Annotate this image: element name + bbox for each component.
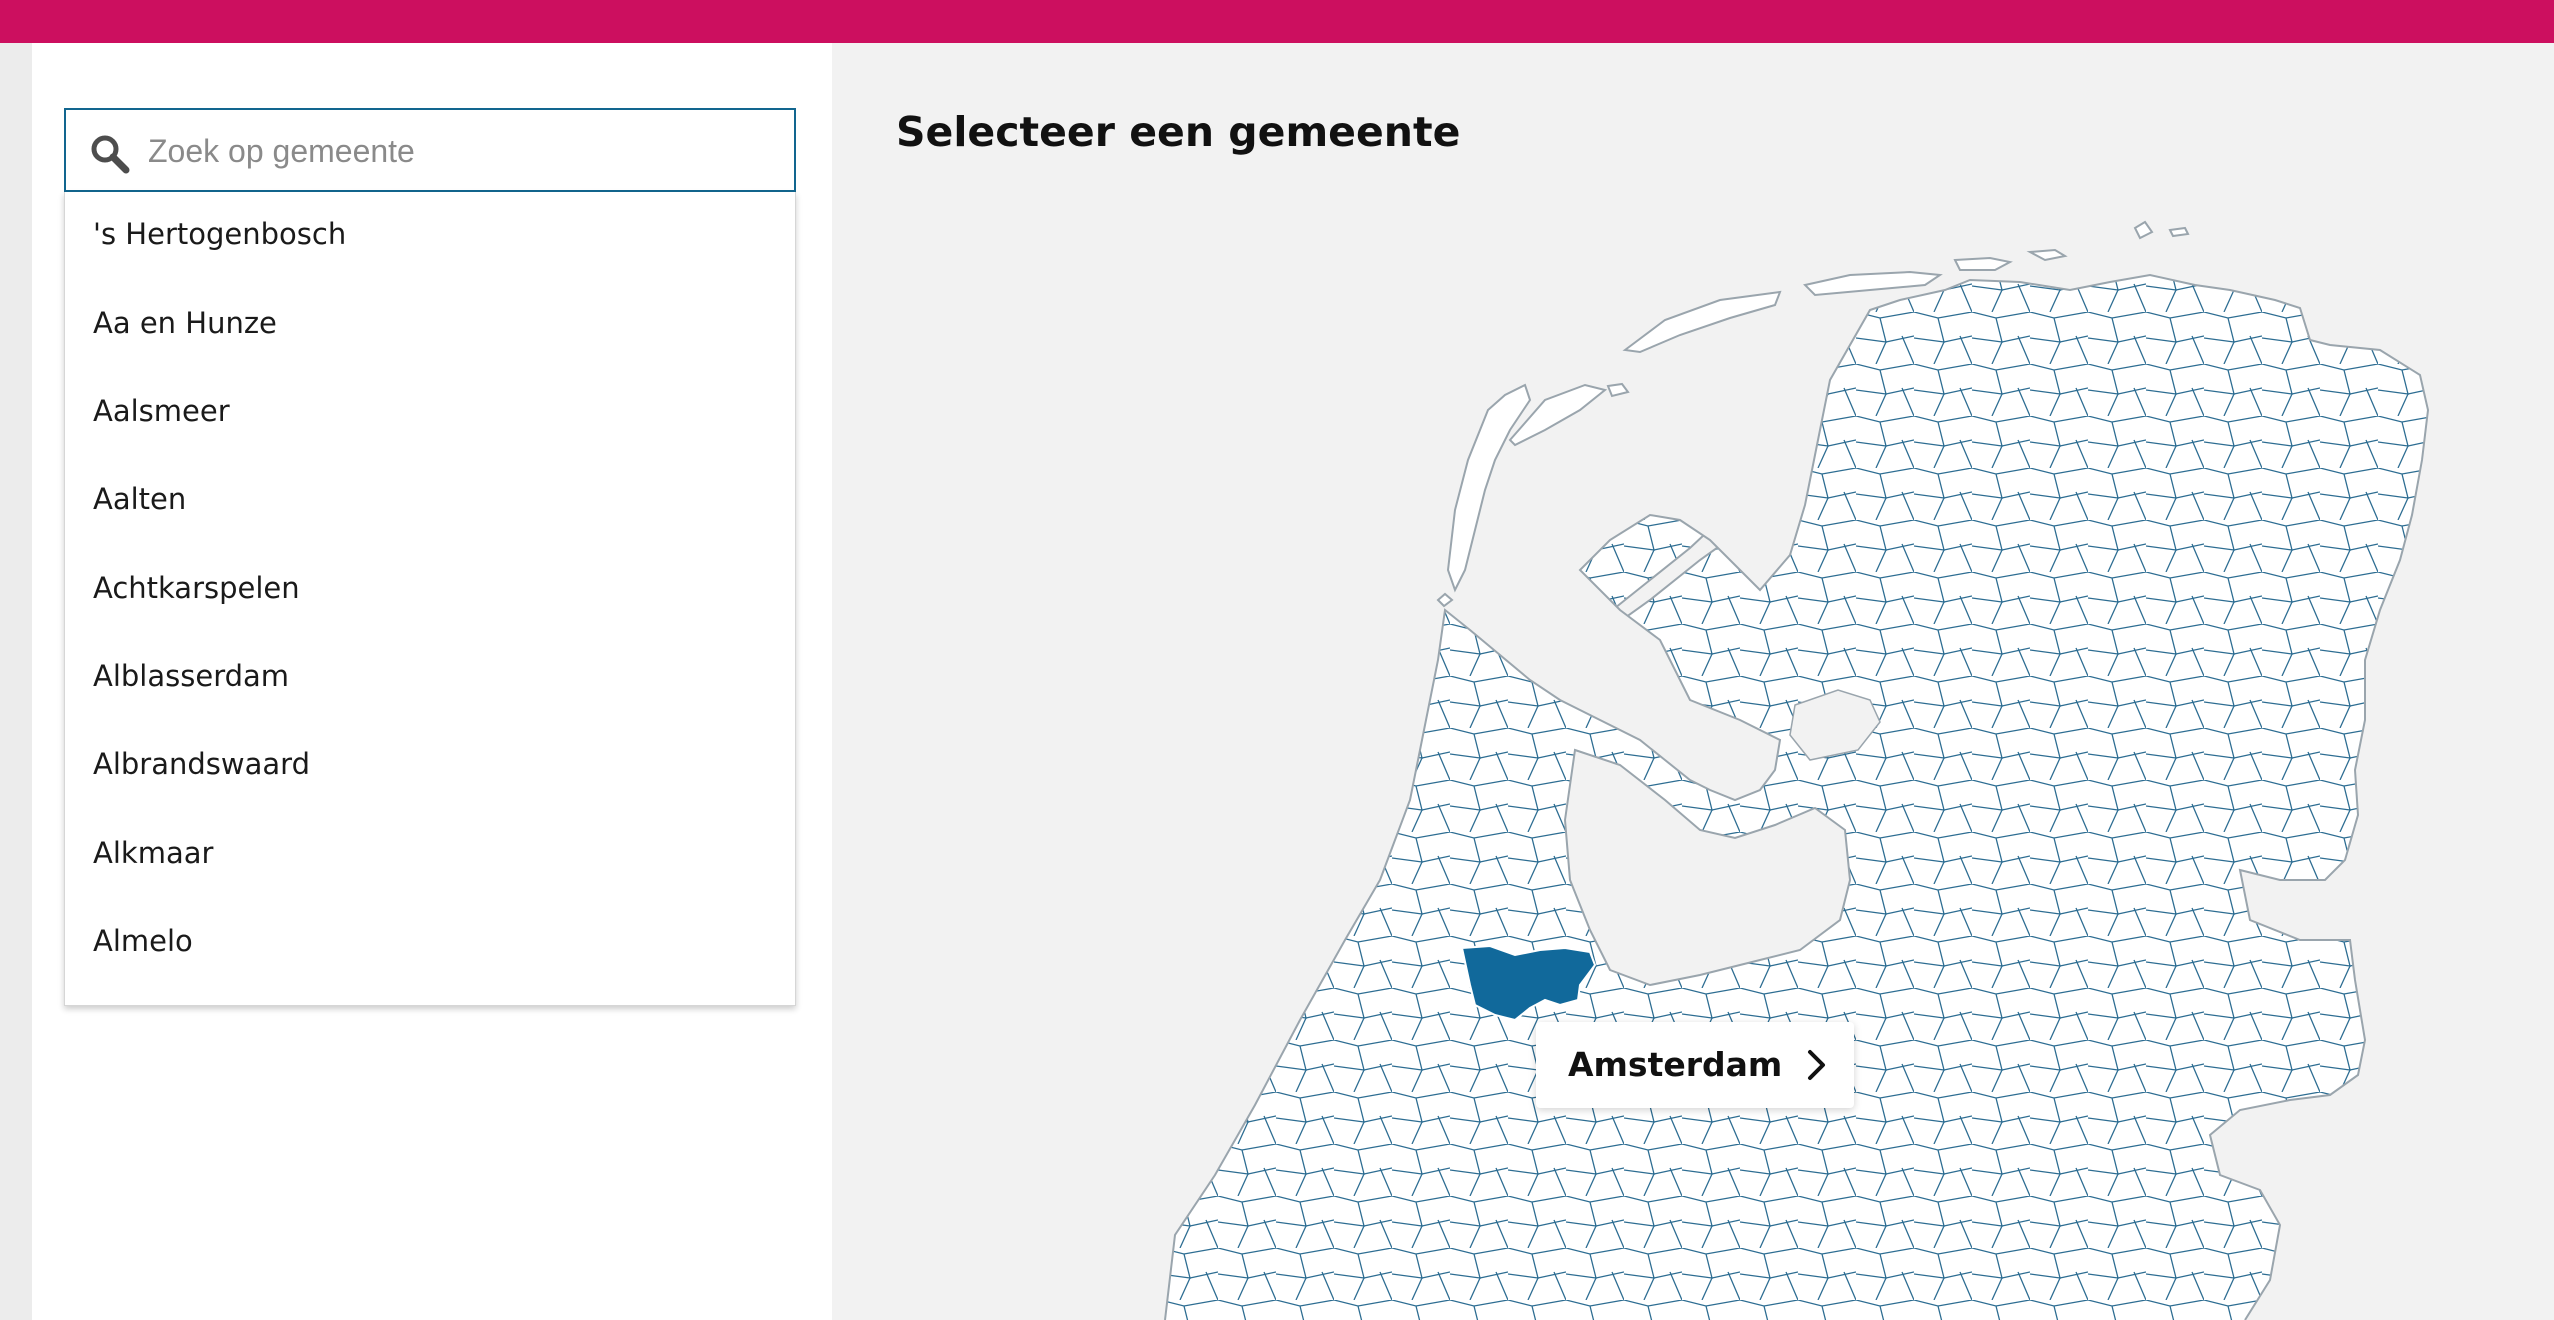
list-item[interactable]: Alkmaar — [93, 823, 773, 883]
list-item[interactable]: Almelo — [93, 911, 773, 971]
list-item[interactable]: Aalsmeer — [93, 381, 773, 441]
chevron-right-icon — [1808, 1050, 1825, 1080]
list-item[interactable]: 's Hertogenbosch — [93, 204, 773, 264]
top-bar — [0, 0, 2554, 43]
tooltip-label: Amsterdam — [1568, 1045, 1783, 1084]
search-input[interactable] — [146, 120, 770, 182]
page-title: Selecteer een gemeente — [896, 108, 1461, 156]
sidebar: 's Hertogenbosch Aa en Hunze Aalsmeer Aa… — [32, 43, 832, 1320]
municipality-tooltip[interactable]: Amsterdam — [1536, 1022, 1854, 1108]
municipality-dropdown: 's Hertogenbosch Aa en Hunze Aalsmeer Aa… — [64, 192, 796, 1006]
list-item[interactable]: Achtkarspelen — [93, 558, 773, 618]
netherlands-municipality-map[interactable] — [1150, 200, 2450, 1320]
mainland — [1164, 273, 2430, 1320]
search-icon — [91, 135, 130, 174]
list-item[interactable]: Aalten — [93, 469, 773, 529]
list-item[interactable]: Albrandswaard — [93, 734, 773, 794]
search-box[interactable] — [64, 108, 796, 192]
list-item[interactable]: Alblasserdam — [93, 646, 773, 706]
left-gutter — [0, 43, 32, 1320]
list-item[interactable]: Aa en Hunze — [93, 293, 773, 353]
